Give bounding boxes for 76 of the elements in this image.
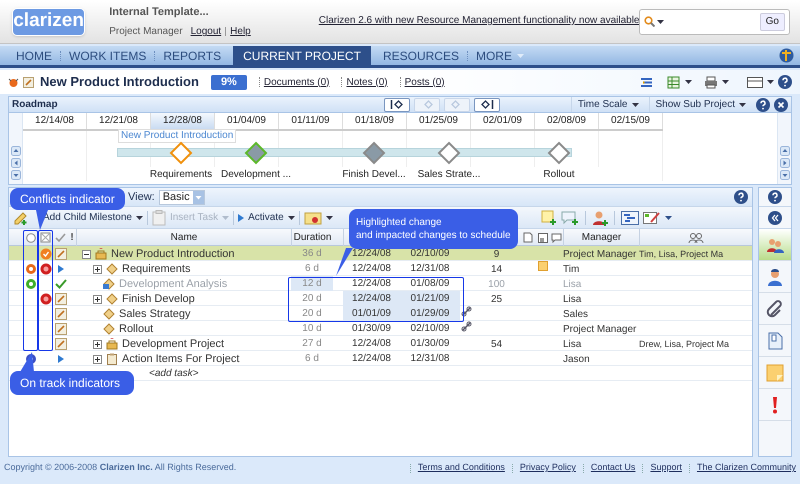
footer-link[interactable]: Support [650, 461, 682, 475]
table-cell-text: Sales [563, 308, 590, 322]
table-cell-text: 02/10/09 [410, 322, 450, 336]
table-cell-text: 12/24/08 [351, 262, 392, 276]
task-name[interactable]: New Product Introduction [111, 246, 235, 262]
table-cell-text: 01/08/09 [410, 277, 450, 291]
header-link[interactable]: Help [230, 24, 251, 40]
table-cell-text: 27 d [301, 337, 323, 351]
header-link[interactable]: Logout [190, 24, 222, 40]
table-cell-text: 20 d [301, 292, 323, 306]
table-cell-text: 12/24/08 [351, 352, 392, 366]
toolbar-button[interactable]: Activate [238, 210, 295, 225]
project-link[interactable]: Documents (0) [264, 74, 330, 90]
table-cell-text: Project Manager [563, 322, 638, 337]
nav-tab[interactable]: WORK ITEMS [61, 46, 154, 65]
task-name[interactable]: Rollout [119, 321, 154, 338]
project-name: Internal Template... [109, 4, 210, 20]
nav-tab[interactable]: HOME [8, 46, 60, 65]
table-cell-text: 6 d [304, 352, 320, 366]
table-cell-text: 36 d [301, 247, 323, 261]
table-cell-text: 01/30/09 [410, 337, 450, 351]
table-cell-text: 14 [490, 262, 504, 277]
table-cell-text: 12/31/08 [410, 262, 450, 276]
project-link[interactable]: Notes (0) [346, 74, 388, 90]
nav-tab[interactable]: CURRENT PROJECT [233, 46, 371, 65]
table-cell-text: 01/30/09 [351, 322, 392, 336]
table-cell-text: Lisa [563, 292, 582, 307]
task-name[interactable]: Finish Develop [122, 291, 195, 308]
table-cell-text: Tim, Lisa, Project Ma [639, 248, 724, 261]
table-cell-text: Lisa [563, 338, 582, 352]
go-button[interactable]: Go [760, 12, 785, 30]
table-cell-text: 10 d [301, 322, 323, 336]
task-name[interactable]: Sales Strategy [119, 306, 191, 322]
search-field[interactable]: Go [639, 8, 790, 34]
callout: Highlighted change and impacted changes to schedule [349, 209, 518, 249]
project-link[interactable]: Posts (0) [404, 74, 445, 90]
table-cell-text: 12/24/08 [351, 277, 392, 291]
logo: clarizen [12, 8, 86, 36]
table-cell-text: Tim [563, 262, 580, 277]
dropdown-button[interactable]: Time Scale [570, 97, 644, 112]
table-cell-text: 100 [487, 278, 506, 292]
table-cell-text: Project Manager [563, 248, 638, 262]
table-cell-text: 54 [490, 338, 504, 352]
nav-tab[interactable]: RESOURCES [374, 46, 467, 65]
footer-link[interactable]: Contact Us [590, 461, 636, 475]
task-name[interactable]: Requirements [122, 261, 190, 278]
add-task-link[interactable]: <add task> [149, 366, 198, 380]
table-cell-text: 12/24/08 [351, 247, 392, 261]
nav-tab[interactable]: REPORTS [155, 46, 230, 65]
task-name[interactable]: Development Project [122, 336, 224, 352]
column-header[interactable]: ! [68, 230, 76, 245]
table-cell-text: Jason [563, 352, 591, 367]
copyright-text: Copyright © 2006-2008 Clarizen Inc. All Rights Reserved. [4, 461, 236, 474]
task-name[interactable]: Action Items For Project [122, 351, 240, 368]
table-cell-text: 20 d [301, 307, 323, 321]
progress-badge: 9% [210, 74, 247, 90]
view-label: View: [128, 190, 155, 205]
table-cell-text: 12/31/08 [410, 352, 450, 366]
table-cell-text: 9 [492, 248, 500, 262]
footer-link[interactable]: Privacy Policy [520, 461, 576, 475]
panel-title: Roadmap [12, 98, 58, 112]
table-cell-text: 12/24/08 [351, 337, 392, 351]
table-cell-text: Drew, Lisa, Project Ma [639, 338, 730, 351]
footer-link[interactable]: The Clarizen Community [696, 461, 796, 475]
table-cell-text: 6 d [304, 262, 320, 276]
announcement-link[interactable]: Clarizen 2.6 with new Resource Management functionality now available [318, 13, 640, 28]
date-header: 12/28/08 [151, 113, 215, 129]
table-cell-text: 02/10/09 [410, 247, 450, 261]
nav-tab[interactable]: MORE [468, 46, 532, 65]
role-label: Project Manager [109, 25, 183, 40]
table-cell-text: 25 [490, 292, 504, 307]
view-select[interactable]: Basic [158, 190, 205, 204]
footer-link[interactable]: Terms and Conditions [418, 461, 505, 475]
dropdown-button[interactable]: Show Sub Project [648, 97, 752, 112]
project-title: New Product Introduction [40, 73, 199, 92]
table-cell-text: Lisa [563, 278, 582, 292]
